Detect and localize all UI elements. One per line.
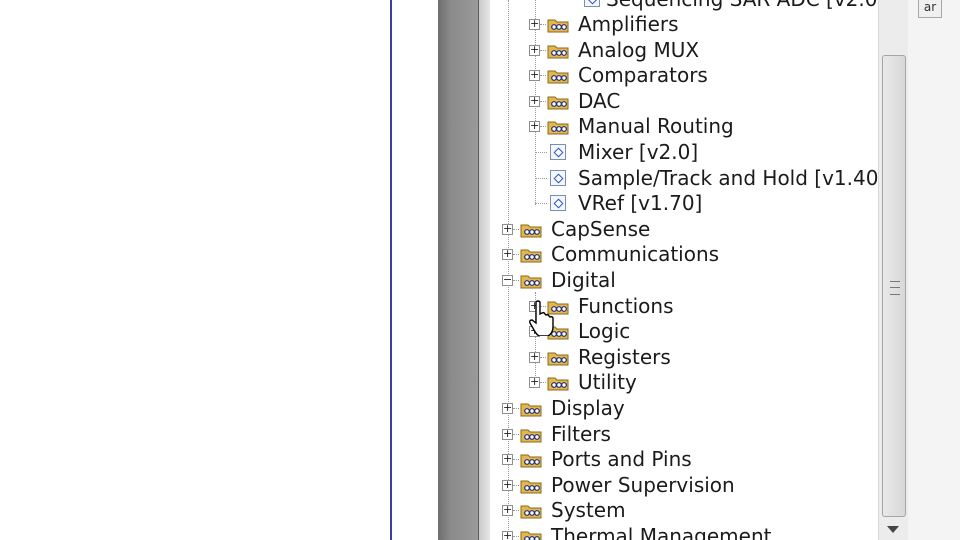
canvas-gutter [392,0,438,540]
tree-connector [535,203,547,205]
pane-splitter[interactable] [438,0,478,540]
component-folder-icon [547,121,569,135]
tree-connector [535,177,547,179]
tree-connector [535,152,547,153]
tree-connector [513,433,519,435]
scroll-down-arrow-icon[interactable] [887,526,899,533]
tree-connector [513,536,519,537]
expand-icon[interactable]: + [529,44,540,56]
component-catalog-tree[interactable]: Sequencing SAR ADC [v2.0] + Amplifiers + An… [490,0,878,540]
tree-connector [513,510,519,512]
expand-icon[interactable]: + [529,351,540,363]
grip-icon [890,281,900,295]
component-folder-icon [520,429,542,443]
component-folder-icon [547,352,569,366]
tree-item-label: System [551,498,626,523]
tree-item-label: Power Supervision [551,472,735,497]
expand-icon[interactable]: + [502,504,513,517]
component-icon [584,0,600,7]
side-tab[interactable]: ar [918,0,942,18]
hand-pointer-icon [529,300,554,336]
component-folder-icon [520,275,542,289]
expand-icon[interactable]: + [529,120,540,133]
expand-icon[interactable]: + [502,530,513,540]
tree-item-label: Functions [578,293,674,318]
component-icon [550,144,566,160]
component-icon [550,195,566,212]
tree-connector [513,408,519,409]
tree-connector [540,24,546,25]
tree-item-label: Ports and Pins [551,447,692,472]
tree-item-label: Communications [551,242,720,267]
component-folder-icon [547,96,569,110]
tree-item-label: Amplifiers [578,12,679,36]
right-dock-strip [908,0,960,540]
component-folder-icon [520,249,542,263]
scroll-thumb[interactable] [882,55,906,517]
tree-item-label: VRef [v1.70] [578,191,703,216]
component-folder-icon [520,224,542,238]
expand-icon[interactable]: + [502,402,513,414]
tree-connector [513,228,519,230]
expand-icon[interactable]: + [502,479,513,491]
component-folder-icon [520,531,542,540]
side-tab-label: ar [923,0,937,14]
expand-icon[interactable]: + [502,453,513,466]
component-folder-icon [520,480,542,494]
tree-connector [513,254,519,256]
component-icon [550,169,566,186]
component-folder-icon [547,70,569,84]
tree-item-label: Comparators [578,63,708,88]
tree-connector [540,100,546,102]
expand-icon[interactable]: + [502,248,513,261]
tree-connector [513,484,519,486]
component-folder-icon [547,19,569,33]
component-folder-icon [547,377,569,391]
tree-connector [513,280,519,281]
tree-item-label: Logic [578,319,631,344]
component-folder-icon [520,403,542,417]
tree-item-label: Filters [551,421,611,446]
tree-item-label: Display [551,396,625,420]
expand-icon[interactable]: + [502,223,513,235]
tree-item-label: Digital [551,268,616,292]
tree-connector [540,75,546,77]
tree-item-label: Mixer [v2.0] [578,140,699,164]
component-folder-icon [520,505,542,519]
tree-connector [540,382,546,384]
component-folder-icon [547,45,569,59]
expand-icon[interactable]: + [529,95,540,107]
expand-icon[interactable]: + [529,18,540,30]
tree-item-label: Sample/Track and Hold [v1.40] [578,165,878,190]
tree-connector [540,356,546,358]
tree-item-label: Sequencing SAR ADC [v2.0] [606,0,878,11]
tree-scrollbar[interactable] [878,0,908,540]
tree-connector [513,459,519,461]
expand-icon[interactable]: + [529,376,540,389]
tree-item-label: CapSense [551,216,651,241]
tree-item-label: Analog MUX [578,37,700,62]
collapse-icon[interactable]: − [502,274,513,286]
tree-item-label: Thermal Management [551,524,772,540]
expand-icon[interactable]: + [529,69,540,82]
tree-item-label: Registers [578,344,671,369]
tree-connector [540,126,546,128]
tree-item-label: DAC [578,88,621,113]
tree-item-label: Utility [578,370,637,395]
pane-border [478,0,490,540]
schematic-canvas[interactable] [0,0,390,540]
expand-icon[interactable]: + [502,428,513,440]
tree-connector [540,49,546,51]
component-folder-icon [520,454,542,468]
tree-item-label: Manual Routing [578,114,734,139]
